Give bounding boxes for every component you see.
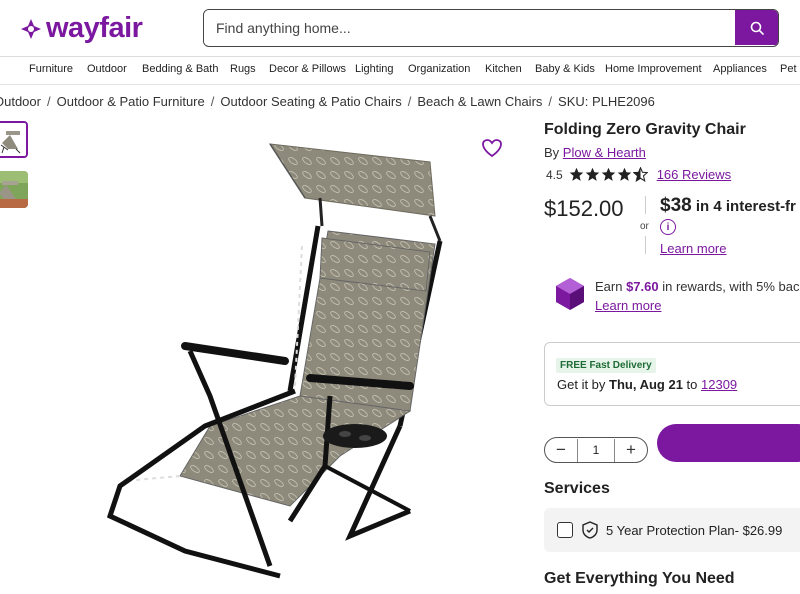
wayfair-logo[interactable]: wayfair: [20, 12, 143, 45]
category-nav: Furniture Outdoor Bedding & Bath Rugs De…: [0, 57, 800, 83]
protection-plan-label: 5 Year Protection Plan- $26.99: [606, 523, 783, 538]
heart-icon[interactable]: [481, 137, 503, 159]
breadcrumb-beach-lawn-chairs[interactable]: Beach & Lawn Chairs: [417, 94, 542, 109]
protection-plan-checkbox[interactable]: [557, 522, 573, 538]
category-appliances[interactable]: Appliances: [713, 63, 767, 75]
brand-link[interactable]: Plow & Hearth: [563, 145, 646, 160]
star-rating: [569, 167, 649, 182]
get-everything-heading: Get Everything You Need: [544, 570, 735, 587]
price-divider: [645, 196, 646, 214]
rating-row: 4.5 166 Reviews: [546, 167, 731, 182]
category-rugs[interactable]: Rugs: [230, 63, 256, 75]
category-furniture[interactable]: Furniture: [29, 63, 73, 75]
rewards-learn-more-link[interactable]: Learn more: [595, 298, 661, 313]
product-by: By Plow & Hearth: [544, 145, 646, 160]
breadcrumb-outdoor[interactable]: Outdoor: [0, 94, 41, 109]
increase-quantity-button[interactable]: +: [615, 439, 647, 462]
delivery-box: [544, 342, 800, 406]
category-kitchen[interactable]: Kitchen: [485, 63, 522, 75]
category-outdoor[interactable]: Outdoor: [87, 63, 127, 75]
or-label: or: [640, 221, 649, 232]
search-button[interactable]: [735, 10, 778, 45]
category-baby-kids[interactable]: Baby & Kids: [535, 63, 595, 75]
free-delivery-badge: FREE Fast Delivery: [556, 358, 656, 373]
category-pet[interactable]: Pet: [780, 63, 797, 75]
zip-code-link[interactable]: 12309: [701, 377, 737, 392]
decrease-quantity-button[interactable]: −: [545, 439, 577, 462]
rating-value: 4.5: [546, 167, 563, 182]
breadcrumb-outdoor-seating[interactable]: Outdoor Seating & Patio Chairs: [220, 94, 401, 109]
category-bedding-bath[interactable]: Bedding & Bath: [142, 63, 218, 75]
thumbnail-2[interactable]: [0, 171, 28, 208]
nav-divider: [0, 84, 800, 85]
rewards-text: Earn $7.60 in rewards, with 5% back: [595, 279, 800, 294]
header: wayfair: [0, 0, 800, 56]
wayfair-logo-icon: [21, 18, 41, 39]
star-icon: [617, 167, 631, 181]
learn-more-link[interactable]: Learn more: [660, 241, 726, 256]
installment-text: $38 in 4 interest-fr: [660, 195, 796, 216]
category-home-improvement[interactable]: Home Improvement: [605, 63, 702, 75]
star-icon: [585, 167, 599, 181]
star-icon: [569, 167, 583, 181]
logo-text: wayfair: [46, 12, 143, 44]
category-organization[interactable]: Organization: [408, 63, 470, 75]
product-title: Folding Zero Gravity Chair: [544, 121, 746, 138]
breadcrumb-outdoor-patio-furniture[interactable]: Outdoor & Patio Furniture: [57, 94, 205, 109]
delivery-estimate: Get it by Thu, Aug 21 to 12309: [557, 377, 738, 392]
info-icon[interactable]: i: [660, 219, 676, 235]
star-icon: [601, 167, 615, 181]
sku-label: SKU: PLHE2096: [558, 94, 655, 109]
thumbnail-1[interactable]: [0, 121, 28, 158]
category-decor-pillows[interactable]: Decor & Pillows: [269, 63, 346, 75]
services-heading: Services: [544, 480, 610, 497]
add-to-cart-button[interactable]: [657, 424, 800, 462]
price: $152.00: [544, 196, 624, 221]
price-divider-lower: [645, 236, 646, 254]
rewards-gem-icon: [556, 278, 584, 310]
half-star-icon: [632, 167, 648, 182]
category-lighting[interactable]: Lighting: [355, 63, 394, 75]
shield-check-icon: [582, 521, 598, 539]
breadcrumb: Outdoor/Outdoor & Patio Furniture/Outdoo…: [0, 94, 655, 109]
search-bar: [203, 9, 779, 47]
search-icon: [750, 21, 764, 35]
quantity-stepper: − 1 +: [544, 437, 648, 463]
reviews-link[interactable]: 166 Reviews: [657, 167, 731, 182]
search-input[interactable]: [204, 10, 736, 45]
product-image[interactable]: [90, 126, 530, 581]
quantity-value[interactable]: 1: [577, 438, 615, 462]
